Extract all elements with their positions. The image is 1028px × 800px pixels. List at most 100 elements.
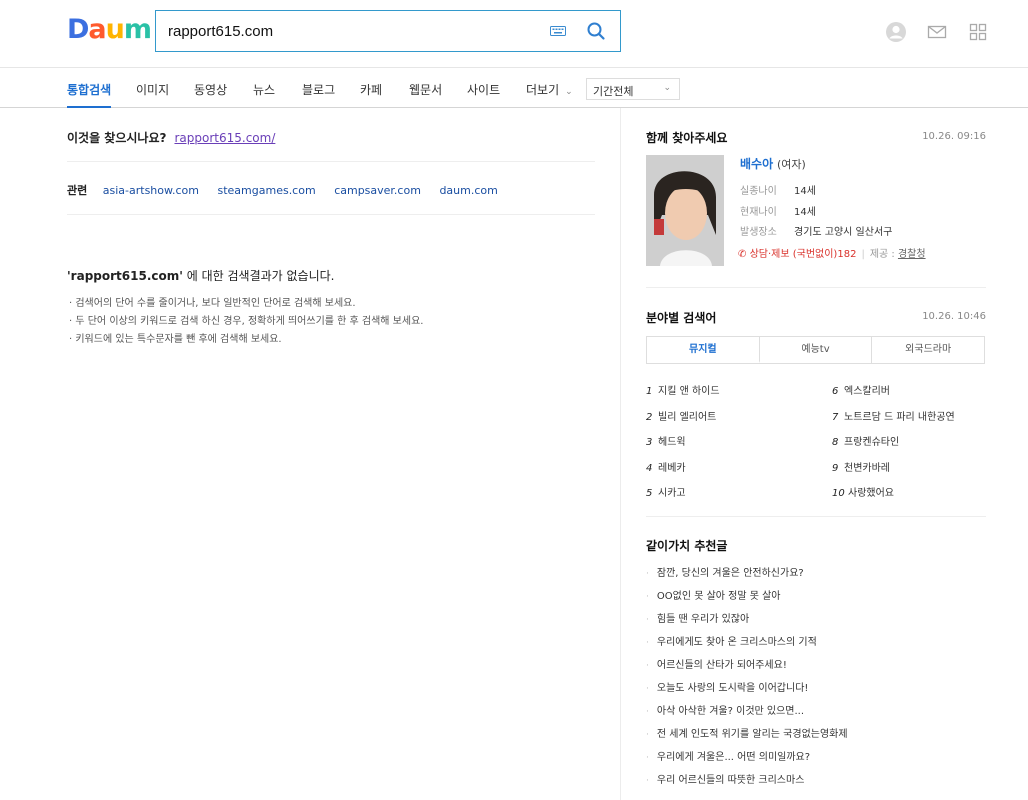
missing-gender: (여자) bbox=[776, 158, 806, 171]
rank-label: 시카고 bbox=[658, 488, 686, 499]
rank-label: 사랑했어요 bbox=[848, 488, 894, 499]
rank-item[interactable]: 5 시카고 bbox=[646, 484, 686, 499]
did-you-mean-label: 이것을 찾으시나요? bbox=[67, 131, 167, 145]
rank-item[interactable]: 2 빌리 엘리어트 bbox=[646, 408, 716, 423]
period-select-value: 기간전체 bbox=[593, 85, 634, 98]
user-icon[interactable] bbox=[885, 21, 907, 43]
bullet: · bbox=[646, 776, 649, 786]
search-icon[interactable] bbox=[586, 21, 606, 41]
rank-label: 엑스칼리버 bbox=[844, 386, 890, 397]
rank-item[interactable]: 10 사랑했어요 bbox=[832, 484, 894, 499]
recommend-label: 우리 어르신들의 따뜻한 크리스마스 bbox=[656, 775, 805, 786]
search-tips: · 검색어의 단어 수를 줄이거나, 보다 일반적인 단어로 검색해 보세요. … bbox=[69, 295, 423, 349]
rank-number: 3 bbox=[646, 437, 653, 448]
recommend-item[interactable]: · 힘들 땐 우리가 있잖아 bbox=[646, 610, 749, 625]
recommend-label: 힘들 땐 우리가 있잖아 bbox=[656, 614, 750, 625]
bullet: · bbox=[646, 615, 649, 625]
tab-integrated[interactable]: 통합검색 bbox=[67, 81, 112, 108]
recommend-item[interactable]: · 우리에게도 찾아 온 크리스마스의 기적 bbox=[646, 633, 817, 648]
daum-logo[interactable]: D a u m bbox=[67, 14, 152, 45]
tab-foreign-drama[interactable]: 외국드라마 bbox=[872, 337, 984, 363]
divider bbox=[646, 287, 986, 288]
period-select[interactable]: 기간전체 ⌄ bbox=[586, 78, 680, 100]
logo-letter: m bbox=[123, 14, 152, 45]
rank-number: 8 bbox=[832, 437, 839, 448]
no-result-text: 에 대한 검색결과가 없습니다. bbox=[182, 269, 335, 283]
category-time: 10.26. 10:46 bbox=[922, 311, 986, 322]
rank-item[interactable]: 7 노트르담 드 파리 내한공연 bbox=[832, 408, 955, 423]
related-link[interactable]: campsaver.com bbox=[334, 184, 421, 197]
column-divider bbox=[620, 108, 621, 800]
rank-label: 지킬 앤 하이드 bbox=[658, 386, 720, 397]
recommend-label: 전 세계 인도적 위기를 알리는 국경없는영화제 bbox=[656, 729, 848, 740]
missing-row: 현재나이 14세 bbox=[740, 203, 816, 218]
recommend-item[interactable]: · 우리에게 겨울은... 어떤 의미일까요? bbox=[646, 748, 810, 763]
divider bbox=[646, 516, 986, 517]
recommend-item[interactable]: · 오늘도 사랑의 도시락을 이어갑니다! bbox=[646, 679, 808, 694]
rank-number: 9 bbox=[832, 463, 839, 474]
recommend-item[interactable]: · 전 세계 인도적 위기를 알리는 국경없는영화제 bbox=[646, 725, 848, 740]
missing-row-key: 현재나이 bbox=[740, 207, 777, 218]
category-tabs: 뮤지컬 예능tv 외국드라마 bbox=[646, 336, 985, 364]
tab-variety-tv[interactable]: 예능tv bbox=[760, 337, 873, 363]
missing-row-value: 경기도 고양시 일산서구 bbox=[794, 227, 893, 238]
rank-item[interactable]: 1 지킬 앤 하이드 bbox=[646, 382, 720, 397]
tab-webdocs[interactable]: 웹문서 bbox=[409, 81, 442, 98]
rank-label: 프랑켄슈타인 bbox=[844, 437, 900, 448]
tab-video[interactable]: 동영상 bbox=[194, 81, 227, 98]
tab-more[interactable]: 더보기 ⌄ bbox=[526, 81, 573, 98]
rank-item[interactable]: 4 레베카 bbox=[646, 459, 686, 474]
bullet: · bbox=[646, 684, 649, 694]
related-link[interactable]: daum.com bbox=[439, 184, 497, 197]
source-link[interactable]: 경찰청 bbox=[898, 249, 926, 260]
divider bbox=[67, 214, 595, 215]
missing-person-photo[interactable] bbox=[646, 155, 724, 266]
rank-label: 노트르담 드 파리 내한공연 bbox=[844, 412, 955, 423]
tab-cafe[interactable]: 카페 bbox=[360, 81, 382, 98]
search-tabs: 통합검색 이미지 동영상 뉴스 블로그 카페 웹문서 사이트 더보기 ⌄ bbox=[0, 69, 1028, 108]
missing-row: 발생장소 경기도 고양시 일산서구 bbox=[740, 223, 892, 238]
source-label: 제공 : bbox=[869, 249, 895, 260]
related-searches: 관련 asia-artshow.com steamgames.com camps… bbox=[67, 182, 513, 198]
recommend-item[interactable]: · 잠깐, 당신의 겨울은 안전하신가요? bbox=[646, 564, 804, 579]
recommend-label: 어르신들의 산타가 되어주세요! bbox=[656, 660, 787, 671]
report-phone-text: 상담·제보 (국번없이)182 bbox=[749, 249, 857, 260]
rank-label: 빌리 엘리어트 bbox=[658, 412, 717, 423]
rank-number: 5 bbox=[646, 488, 653, 499]
related-link[interactable]: steamgames.com bbox=[217, 184, 315, 197]
recommend-item[interactable]: · 우리 어르신들의 따뜻한 크리스마스 bbox=[646, 771, 804, 786]
related-link[interactable]: asia-artshow.com bbox=[103, 184, 199, 197]
related-label: 관련 bbox=[67, 184, 88, 197]
missing-row-key: 발생장소 bbox=[740, 227, 777, 238]
missing-name[interactable]: 배수아 bbox=[740, 157, 773, 171]
recommend-label: 아삭 아삭한 겨울? 이것만 있으면... bbox=[656, 706, 805, 717]
missing-row-value: 14세 bbox=[794, 186, 816, 197]
search-input[interactable] bbox=[168, 11, 538, 51]
tab-musical[interactable]: 뮤지컬 bbox=[647, 337, 760, 363]
rank-number: 10 bbox=[832, 488, 845, 499]
missing-time: 10.26. 09:16 bbox=[922, 131, 986, 142]
mail-icon[interactable] bbox=[926, 21, 948, 43]
recommend-item[interactable]: · 어르신들의 산타가 되어주세요! bbox=[646, 656, 787, 671]
rank-item[interactable]: 3 헤드윅 bbox=[646, 433, 686, 448]
separator: | bbox=[861, 249, 865, 260]
rank-item[interactable]: 6 엑스칼리버 bbox=[832, 382, 890, 397]
keyboard-icon[interactable] bbox=[550, 26, 566, 36]
no-result-keyword: 'rapport615.com' bbox=[67, 269, 183, 283]
did-you-mean-link[interactable]: rapport615.com/ bbox=[174, 131, 275, 145]
rank-item[interactable]: 9 천변카바레 bbox=[832, 459, 890, 474]
rank-item[interactable]: 8 프랑켄슈타인 bbox=[832, 433, 899, 448]
tab-sites[interactable]: 사이트 bbox=[467, 81, 500, 98]
tab-blog[interactable]: 블로그 bbox=[302, 81, 335, 98]
bullet: · bbox=[646, 707, 649, 717]
apps-grid-icon[interactable] bbox=[967, 21, 989, 43]
tip-item: · 키워드에 있는 특수문자를 뺀 후에 검색해 보세요. bbox=[69, 334, 282, 345]
rank-number: 1 bbox=[646, 386, 653, 397]
recommend-item[interactable]: · 아삭 아삭한 겨울? 이것만 있으면... bbox=[646, 702, 804, 717]
tab-news[interactable]: 뉴스 bbox=[253, 81, 275, 98]
tab-images[interactable]: 이미지 bbox=[136, 81, 169, 98]
recommend-item[interactable]: · OO없인 못 살아 정말 못 살아 bbox=[646, 587, 781, 602]
bullet: · bbox=[646, 569, 649, 579]
did-you-mean: 이것을 찾으시나요? rapport615.com/ bbox=[67, 129, 275, 146]
report-phone-link[interactable]: ✆ 상담·제보 (국번없이)182 bbox=[738, 249, 856, 260]
